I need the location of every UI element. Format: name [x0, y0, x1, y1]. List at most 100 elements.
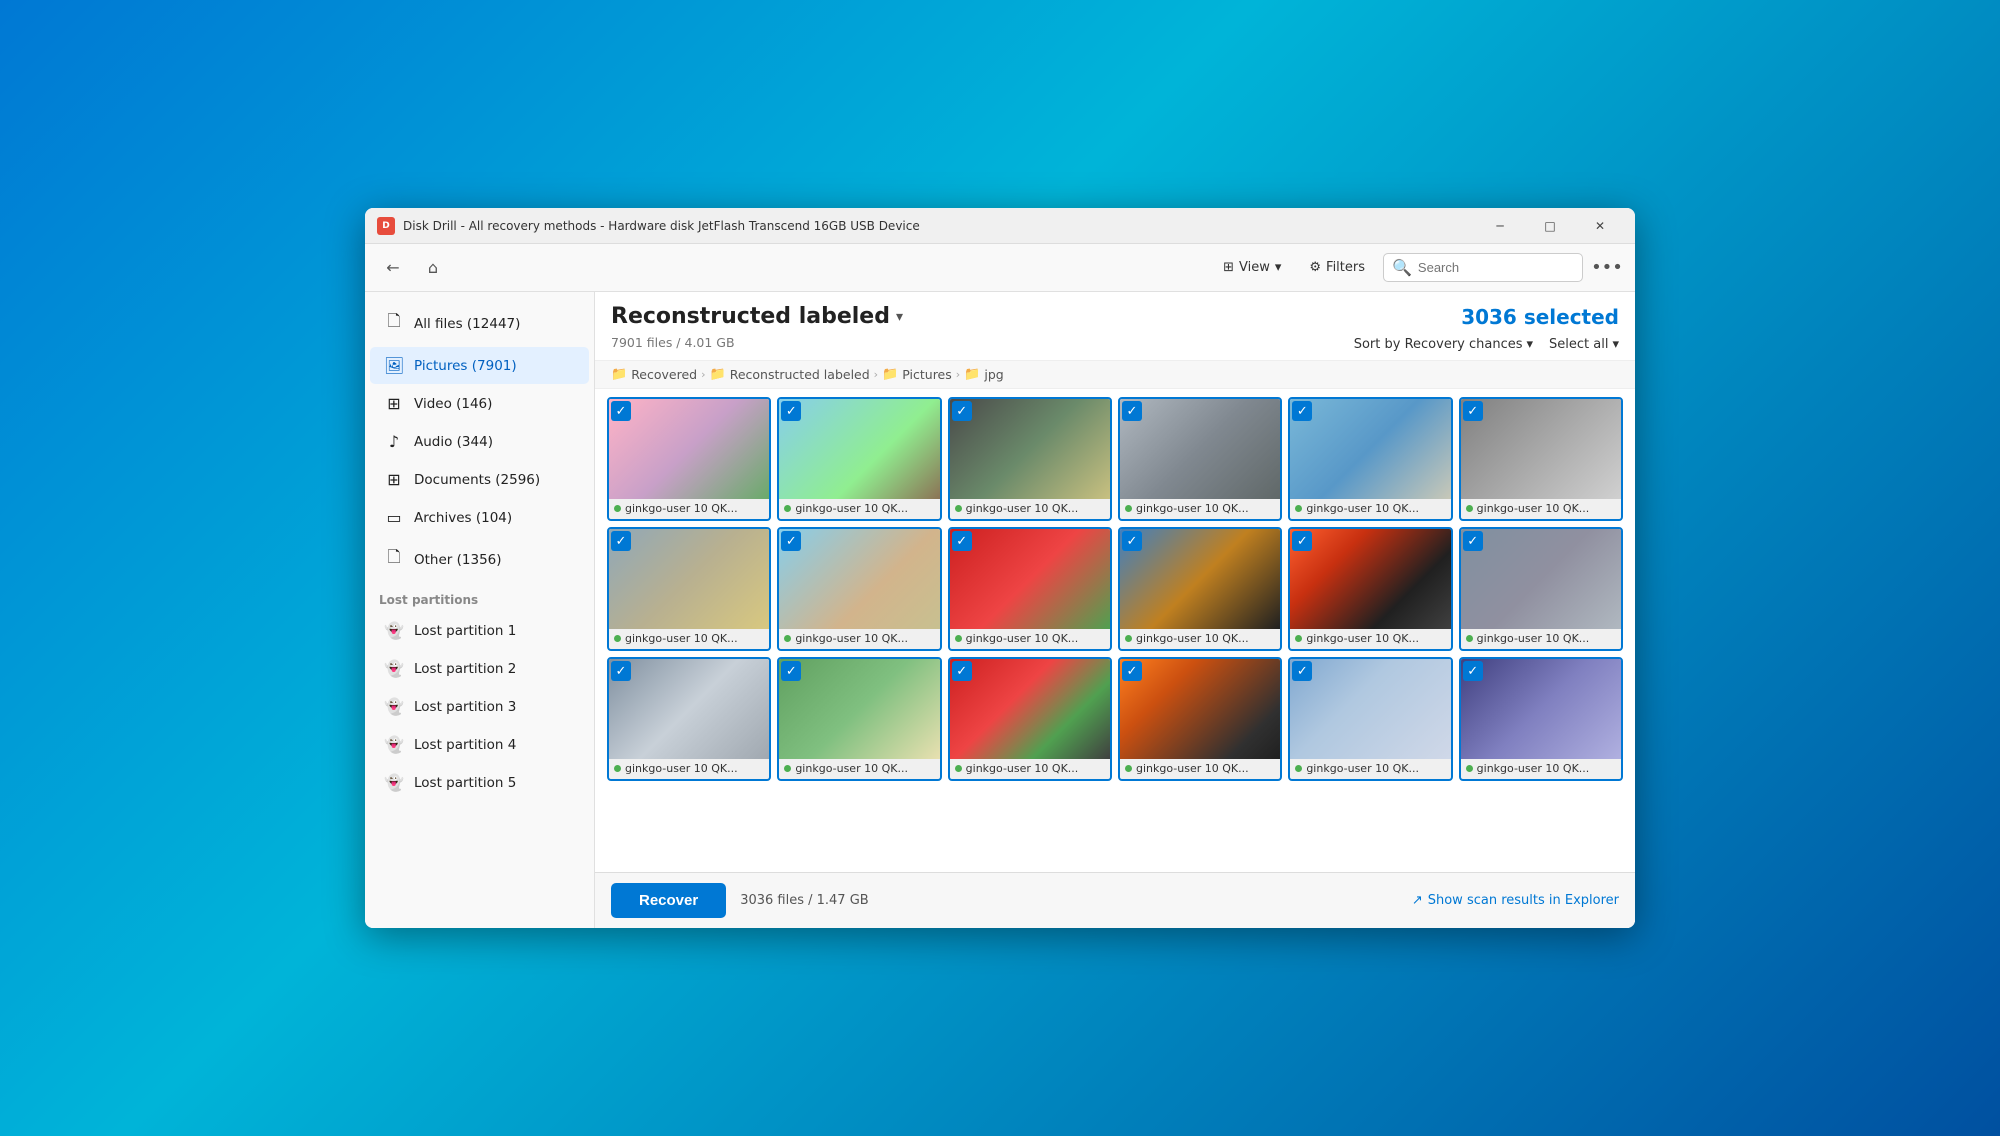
more-button[interactable]: ••• — [1591, 252, 1623, 284]
back-button[interactable]: ← — [377, 252, 409, 284]
grid-item-label: ginkgo-user 10 QK... — [609, 629, 769, 649]
quality-dot — [784, 765, 791, 772]
sidebar-item-all-files[interactable]: 🗋 All files (12447) — [370, 301, 589, 346]
recover-button[interactable]: Recover — [611, 883, 726, 918]
grid-checkbox[interactable]: ✓ — [781, 531, 801, 551]
grid-checkbox[interactable]: ✓ — [1292, 661, 1312, 681]
thumbnail — [1120, 659, 1280, 759]
grid-checkbox[interactable]: ✓ — [1463, 661, 1483, 681]
sidebar-item-label: Lost partition 5 — [414, 775, 516, 791]
bottom-info: 3036 files / 1.47 GB — [740, 893, 1398, 908]
sidebar-item-pictures[interactable]: 🖼 Pictures (7901) — [370, 347, 589, 384]
sidebar-item-lp5[interactable]: 👻 Lost partition 5 — [370, 764, 589, 801]
breadcrumb-reconstructed[interactable]: 📁 Reconstructed labeled — [710, 367, 870, 382]
checkmark-icon: ✓ — [616, 534, 627, 549]
filters-icon: ⚙ — [1309, 260, 1321, 275]
grid-item[interactable]: ✓ginkgo-user 10 QK... — [1459, 657, 1623, 781]
quality-dot — [1466, 635, 1473, 642]
grid-checkbox[interactable]: ✓ — [1463, 401, 1483, 421]
filters-button[interactable]: ⚙ Filters — [1299, 254, 1375, 281]
grid-item[interactable]: ✓ginkgo-user 10 QK... — [1459, 527, 1623, 651]
sidebar-item-archives[interactable]: ▭ Archives (104) — [370, 499, 589, 536]
content-header-top: Reconstructed labeled ▾ 3036 selected — [611, 304, 1619, 329]
quality-dot — [614, 635, 621, 642]
grid-checkbox[interactable]: ✓ — [952, 661, 972, 681]
sort-button[interactable]: Sort by Recovery chances ▾ — [1354, 337, 1533, 352]
search-container[interactable]: 🔍 — [1383, 253, 1583, 282]
content-header: Reconstructed labeled ▾ 3036 selected 79… — [595, 292, 1635, 361]
view-button[interactable]: ⊞ View ▾ — [1213, 254, 1291, 281]
grid-item[interactable]: ✓ginkgo-user 10 QK... — [777, 397, 941, 521]
grid-item[interactable]: ✓ginkgo-user 10 QK... — [948, 397, 1112, 521]
select-all-label: Select all — [1549, 337, 1608, 352]
breadcrumb-pictures[interactable]: 📁 Pictures — [882, 367, 952, 382]
grid-item[interactable]: ✓ ginkgo-user 10 QK... — [1288, 527, 1452, 651]
folder-icon: 📁 — [882, 367, 898, 382]
home-button[interactable]: ⌂ — [417, 252, 449, 284]
documents-icon: ⊞ — [384, 470, 404, 489]
sidebar-item-audio[interactable]: ♪ Audio (344) — [370, 423, 589, 460]
close-button[interactable]: ✕ — [1577, 211, 1623, 241]
breadcrumb-jpg[interactable]: 📁 jpg — [964, 367, 1004, 382]
search-icon: 🔍 — [1392, 258, 1412, 277]
sidebar-item-documents[interactable]: ⊞ Documents (2596) — [370, 461, 589, 498]
grid-checkbox[interactable]: ✓ — [952, 401, 972, 421]
grid-item-label: ginkgo-user 10 QK... — [950, 759, 1110, 779]
grid-item-label: ginkgo-user 10 QK... — [779, 759, 939, 779]
grid-item[interactable]: ✓ginkgo-user 10 QK... — [1118, 397, 1282, 521]
select-all-button[interactable]: Select all ▾ — [1549, 337, 1619, 352]
sidebar-item-other[interactable]: 🗋 Other (1356) — [370, 537, 589, 582]
grid-checkbox[interactable]: ✓ — [952, 531, 972, 551]
sidebar-item-video[interactable]: ⊞ Video (146) — [370, 385, 589, 422]
title-chevron-icon[interactable]: ▾ — [896, 309, 903, 325]
thumbnail — [1461, 399, 1621, 499]
checkmark-icon: ✓ — [1467, 664, 1478, 679]
grid-item[interactable]: ✓ginkgo-user 10 QK... — [607, 397, 771, 521]
sidebar-item-lp2[interactable]: 👻 Lost partition 2 — [370, 650, 589, 687]
grid-checkbox[interactable]: ✓ — [611, 661, 631, 681]
thumbnail — [1461, 659, 1621, 759]
maximize-button[interactable]: □ — [1527, 211, 1573, 241]
checkmark-icon: ✓ — [1467, 404, 1478, 419]
sidebar: 🗋 All files (12447) 🖼 Pictures (7901) ⊞ … — [365, 292, 595, 928]
grid-checkbox[interactable]: ✓ — [1122, 401, 1142, 421]
breadcrumb-recovered[interactable]: 📁 Recovered — [611, 367, 697, 382]
checkmark-icon: ✓ — [1127, 534, 1138, 549]
grid-item[interactable]: ✓ ginkgo-user 10 QK... — [777, 657, 941, 781]
grid-item[interactable]: ✓ginkgo-user 10 QK... — [1118, 527, 1282, 651]
grid-item[interactable]: ✓ginkgo-user 10 QK... — [777, 527, 941, 651]
grid-checkbox[interactable]: ✓ — [1122, 531, 1142, 551]
grid-checkbox[interactable]: ✓ — [1292, 401, 1312, 421]
grid-checkbox[interactable]: ✓ — [1292, 531, 1312, 551]
quality-dot — [1466, 505, 1473, 512]
grid-checkbox[interactable]: ✓ — [1463, 531, 1483, 551]
sidebar-item-lp3[interactable]: 👻 Lost partition 3 — [370, 688, 589, 725]
search-input[interactable] — [1418, 260, 1574, 275]
grid-checkbox[interactable]: ✓ — [781, 401, 801, 421]
grid-item[interactable]: ✓ginkgo-user 10 QK... — [948, 527, 1112, 651]
grid-item[interactable]: ✓ginkgo-user 10 QK... — [1118, 657, 1282, 781]
grid-item[interactable]: ✓ginkgo-user 10 QK... — [1288, 657, 1452, 781]
show-explorer-button[interactable]: ↗ Show scan results in Explorer — [1412, 893, 1619, 908]
grid-container[interactable]: ✓ ginkgo-user 10 QK... ✓ ginkgo-user 10 QK.… — [595, 389, 1635, 872]
grid-checkbox[interactable]: ✓ — [611, 401, 631, 421]
grid-item[interactable]: ✓ ginkgo-user 10 QK... — [948, 657, 1112, 781]
checkmark-icon: ✓ — [1127, 404, 1138, 419]
grid-item[interactable]: ✓ ginkgo-user 10 QK... — [1288, 397, 1452, 521]
sidebar-item-lp1[interactable]: 👻 Lost partition 1 — [370, 612, 589, 649]
grid-checkbox[interactable]: ✓ — [611, 531, 631, 551]
sidebar-item-label: Other (1356) — [414, 552, 502, 568]
grid-item[interactable]: ✓ginkgo-user 10 QK... — [1459, 397, 1623, 521]
grid-item-label: ginkgo-user 10 QK... — [1290, 629, 1450, 649]
grid-checkbox[interactable]: ✓ — [781, 661, 801, 681]
thumbnail — [609, 529, 769, 629]
grid-checkbox[interactable]: ✓ — [1122, 661, 1142, 681]
sidebar-item-lp4[interactable]: 👻 Lost partition 4 — [370, 726, 589, 763]
sidebar-item-label: Lost partition 4 — [414, 737, 516, 753]
grid-item[interactable]: ✓ginkgo-user 10 QK... — [607, 657, 771, 781]
grid-item[interactable]: ✓ ginkgo-user 10 QK... — [607, 527, 771, 651]
view-icon: ⊞ — [1223, 260, 1234, 275]
minimize-button[interactable]: ─ — [1477, 211, 1523, 241]
sidebar-item-label: Video (146) — [414, 396, 492, 412]
grid-item-label: ginkgo-user 10 QK... — [1290, 499, 1450, 519]
